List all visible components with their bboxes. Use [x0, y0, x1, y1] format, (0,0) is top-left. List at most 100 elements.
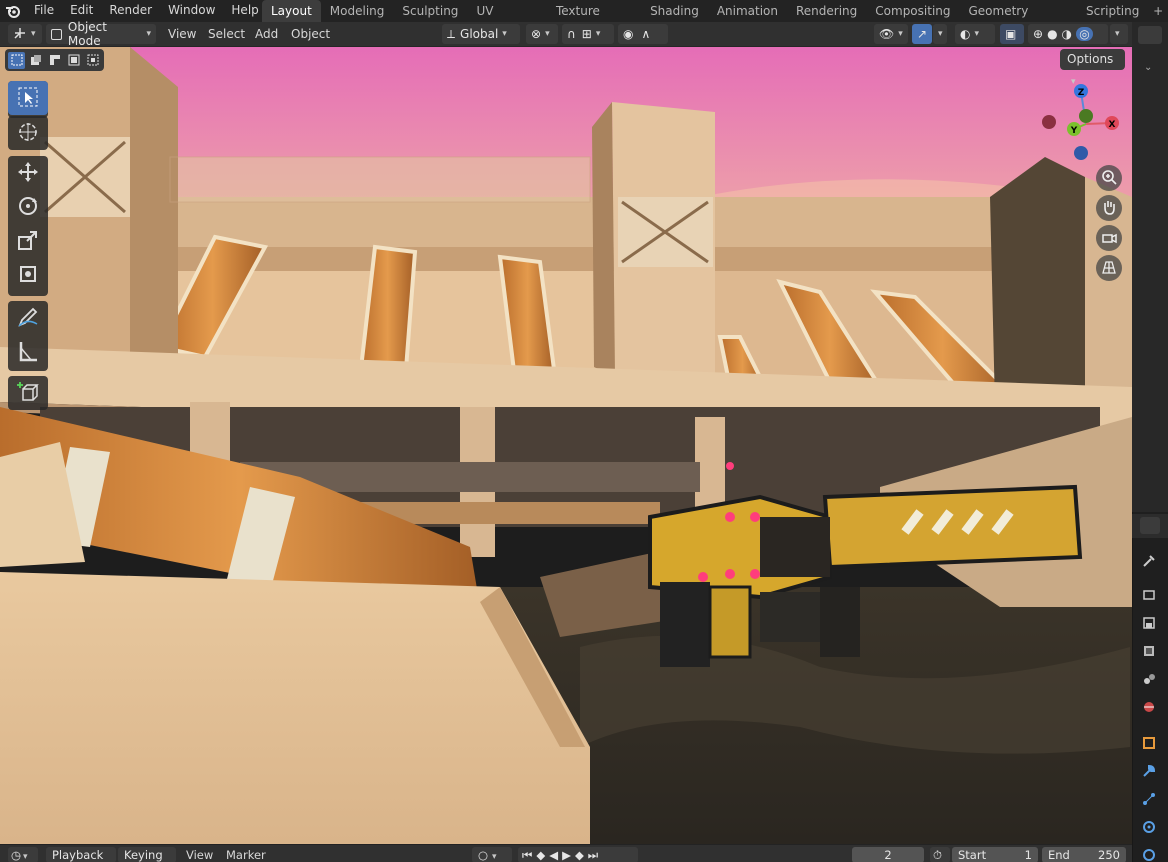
transform-orientation-dropdown[interactable]: ⟂ Global ▾ [442, 24, 520, 44]
prev-keyframe-icon[interactable]: ◆ [536, 847, 545, 862]
jump-start-icon[interactable]: ⏮ [522, 847, 532, 862]
add-cube-tool[interactable] [8, 376, 48, 410]
preview-range-toggle[interactable]: ⏱ [930, 847, 950, 862]
playback-dropdown[interactable]: Playback ▾ [46, 847, 116, 862]
overlays-button[interactable]: ◐ ▾ [955, 24, 995, 44]
physics-properties-icon[interactable] [1140, 818, 1158, 836]
editor-type-button[interactable]: ▾ [8, 24, 42, 44]
start-label: Start [958, 848, 987, 862]
navigation-gizmo[interactable]: Z Y X [1036, 80, 1126, 166]
toolbar-transform-group [8, 156, 48, 296]
output-properties-icon[interactable] [1140, 614, 1158, 632]
gizmo-neg-y[interactable] [1079, 109, 1093, 123]
properties-editor-type-button[interactable] [1140, 517, 1160, 534]
play-icon[interactable]: ▶ [562, 847, 571, 862]
tab-rendering[interactable]: Rendering [787, 0, 866, 22]
view-layer-properties-icon[interactable] [1140, 642, 1158, 660]
select-intersect-icon[interactable] [84, 52, 101, 69]
modifier-properties-icon[interactable] [1140, 762, 1158, 780]
menu-edit[interactable]: Edit [62, 0, 101, 22]
start-frame-field[interactable]: Start 1 [952, 847, 1038, 862]
keying-dropdown[interactable]: Keying ▾ [118, 847, 176, 862]
menu-help[interactable]: Help [223, 0, 266, 22]
zoom-button[interactable] [1096, 165, 1122, 191]
gizmo-dropdown[interactable]: ▾ [933, 24, 947, 44]
transform-tool[interactable] [8, 258, 48, 292]
rendered-shading-icon[interactable]: ◎ [1076, 27, 1094, 41]
pivot-point-button[interactable]: ⊗ ▾ [526, 24, 558, 44]
current-frame-field[interactable]: 2 [852, 847, 924, 862]
solid-shading-icon[interactable]: ● [1047, 27, 1057, 41]
tab-sculpting[interactable]: Sculpting [393, 0, 467, 22]
cursor-tool[interactable] [8, 116, 48, 150]
xray-toggle[interactable]: ▣ [1000, 24, 1024, 44]
chevron-down-icon: ▾ [31, 29, 36, 39]
pan-button[interactable] [1096, 195, 1122, 221]
menu-add[interactable]: Add [255, 24, 278, 44]
select-extend-icon[interactable] [27, 52, 44, 69]
proportional-editing-button[interactable]: ◉ ∧ [618, 24, 668, 44]
tab-texture-paint[interactable]: Texture Paint [547, 0, 641, 40]
perspective-toggle-button[interactable] [1096, 255, 1122, 281]
auto-keying-toggle[interactable]: ○ ▾ [472, 847, 512, 862]
toolbar-cursor-group [8, 116, 48, 150]
tab-layout[interactable]: Layout [262, 0, 321, 22]
visibility-dropdown[interactable]: 👁 ▾ [874, 24, 908, 44]
measure-tool[interactable] [8, 335, 48, 369]
tab-geometry-nodes[interactable]: Geometry Nodes [960, 0, 1077, 40]
chevron-down-icon: ▾ [974, 29, 980, 39]
select-box-tool[interactable] [8, 81, 48, 115]
next-keyframe-icon[interactable]: ◆ [575, 847, 584, 862]
chevron-down-icon: ▾ [492, 852, 497, 862]
tool-properties-icon[interactable] [1140, 552, 1158, 570]
particles-properties-icon[interactable] [1140, 790, 1158, 808]
constraint-properties-icon[interactable] [1140, 846, 1158, 862]
render-properties-icon[interactable] [1140, 586, 1158, 604]
menu-file[interactable]: File [26, 0, 62, 22]
scale-tool[interactable] [8, 224, 48, 258]
tab-modeling[interactable]: Modeling [321, 0, 394, 22]
material-shading-icon[interactable]: ◑ [1062, 27, 1072, 41]
play-reverse-icon[interactable]: ◀ [549, 847, 558, 862]
timeline-editor-type-button[interactable]: ◷ ▾ [8, 847, 38, 862]
chevron-down-icon: ▾ [23, 852, 28, 862]
scene-properties-icon[interactable] [1140, 670, 1158, 688]
outliner-editor-type-button[interactable] [1138, 26, 1162, 44]
select-subtract-icon[interactable] [46, 52, 63, 69]
annotate-tool[interactable] [8, 301, 48, 335]
world-properties-icon[interactable] [1140, 698, 1158, 716]
shading-dropdown[interactable]: ▾ [1110, 24, 1128, 44]
gizmo-neg-x[interactable] [1042, 115, 1056, 129]
mode-dropdown[interactable]: Object Mode ▾ [46, 20, 156, 48]
add-workspace-button[interactable]: + [1148, 0, 1168, 22]
wireframe-shading-icon[interactable]: ⊕ [1033, 27, 1043, 41]
gizmo-toggle[interactable]: ↗ [912, 24, 932, 44]
tab-compositing[interactable]: Compositing [866, 0, 959, 22]
menu-render[interactable]: Render [101, 0, 160, 22]
jump-end-icon[interactable]: ⏭ [588, 847, 598, 862]
3d-viewport[interactable] [0, 47, 1132, 844]
blender-logo-icon[interactable] [0, 0, 26, 22]
select-invert-icon[interactable] [65, 52, 82, 69]
tab-uv-editing[interactable]: UV Editing [467, 0, 547, 40]
snapping-button[interactable]: ∩ ⊞ ▾ [562, 24, 614, 44]
menu-view[interactable]: View [168, 24, 196, 44]
timeline-menu-view[interactable]: View [186, 847, 213, 862]
camera-icon [1101, 229, 1117, 248]
menu-select[interactable]: Select [208, 24, 245, 44]
tab-scripting[interactable]: Scripting [1077, 0, 1148, 22]
timeline-menu-marker[interactable]: Marker [226, 847, 266, 862]
chevron-down-icon[interactable]: ⌄ [1144, 62, 1152, 73]
end-frame-field[interactable]: End 250 [1042, 847, 1126, 862]
gizmo-neg-z[interactable] [1074, 146, 1088, 160]
menu-object[interactable]: Object [291, 24, 330, 44]
select-new-icon[interactable] [8, 51, 25, 69]
camera-view-button[interactable] [1096, 225, 1122, 251]
options-dropdown[interactable]: Options ▾ [1060, 49, 1125, 87]
object-properties-icon[interactable] [1140, 734, 1158, 752]
tab-shading[interactable]: Shading [641, 0, 708, 22]
tab-animation[interactable]: Animation [708, 0, 787, 22]
menu-window[interactable]: Window [160, 0, 223, 22]
move-tool[interactable] [8, 156, 48, 190]
rotate-tool[interactable] [8, 190, 48, 224]
